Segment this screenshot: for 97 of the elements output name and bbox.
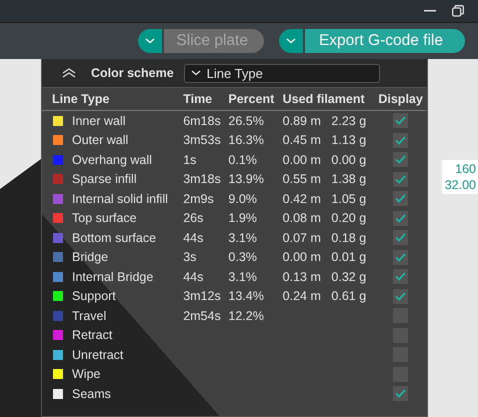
weight-cell: 0.20 g	[331, 211, 366, 226]
line-type-name: Top surface	[72, 211, 137, 226]
chevron-icon	[190, 70, 201, 76]
percent-cell: 0.3%	[228, 250, 257, 264]
weight-cell: 0.32 g	[331, 270, 366, 284]
line-type-name: Internal solid infill	[72, 192, 168, 206]
line-type-name: Sparse infill	[72, 172, 137, 186]
column-header: Used filament	[282, 92, 365, 106]
time-cell: 44s	[183, 230, 204, 245]
check-icon	[395, 214, 406, 223]
check-icon	[395, 194, 406, 204]
weight-cell: 2.23 g	[331, 114, 366, 128]
percent-cell: 0.1%	[228, 152, 257, 167]
time-cell: 2m54s	[183, 308, 221, 323]
display-checkbox[interactable]	[393, 191, 408, 206]
check-icon	[395, 174, 406, 184]
display-checkbox[interactable]	[393, 113, 408, 128]
check-icon	[395, 252, 406, 262]
column-header: Percent	[228, 92, 274, 106]
length-cell: 0.89 m	[282, 114, 321, 128]
line-type-name: Support	[72, 289, 116, 304]
column-header: Line Type	[52, 92, 110, 106]
color-scheme-dropdown[interactable]: Line Type	[184, 64, 380, 82]
percent-cell: 16.3%	[228, 133, 264, 148]
time-cell: 2m9s	[183, 192, 214, 206]
percent-cell: 3.1%	[228, 270, 257, 284]
line-type-name: Travel	[72, 308, 106, 323]
display-checkbox[interactable]	[393, 269, 408, 284]
line-type-name: Bottom surface	[72, 230, 156, 245]
color-scheme-label: Color scheme	[91, 66, 174, 80]
line-type-name: Bridge	[72, 250, 108, 264]
percent-cell: 9.0%	[228, 192, 257, 206]
line-type-name: Seams	[72, 386, 111, 401]
length-cell: 0.45 m	[282, 133, 321, 148]
time-cell: 1s	[183, 152, 196, 167]
line-type-name: Inner wall	[72, 114, 126, 128]
column-header: Display	[378, 92, 423, 106]
time-cell: 3s	[183, 250, 196, 264]
check-icon	[395, 136, 406, 145]
check-icon	[395, 116, 406, 126]
time-cell: 3m18s	[183, 172, 221, 186]
percent-cell: 3.1%	[228, 230, 257, 245]
percent-cell: 26.5%	[228, 114, 264, 128]
check-icon	[395, 292, 406, 301]
weight-cell: 1.05 g	[331, 192, 366, 206]
display-checkbox[interactable]	[393, 250, 408, 265]
chevron-icon	[286, 38, 296, 44]
length-cell: 0.24 m	[282, 289, 321, 304]
time-cell: 6m18s	[183, 114, 221, 128]
line-type-name: Unretract	[72, 348, 124, 362]
line-type-name: Overhang wall	[72, 152, 152, 167]
dropdown-button[interactable]	[278, 29, 303, 53]
weight-cell: 0.00 g	[331, 152, 366, 167]
layer-height: 32.00	[444, 177, 476, 193]
time-cell: 26s	[183, 211, 204, 226]
restore-icon[interactable]	[452, 5, 464, 17]
display-checkbox[interactable]	[393, 210, 408, 226]
weight-cell: 0.18 g	[331, 230, 366, 245]
display-checkbox[interactable]	[393, 288, 408, 304]
check-icon	[395, 233, 406, 242]
check-icon	[395, 389, 406, 398]
display-checkbox[interactable]	[393, 172, 408, 187]
length-cell: 0.42 m	[282, 192, 321, 206]
weight-cell: 1.13 g	[331, 133, 366, 148]
minimize-icon[interactable]	[424, 10, 436, 12]
chevron-icon	[145, 38, 156, 44]
length-cell: 0.08 m	[282, 211, 321, 226]
display-checkbox[interactable]	[393, 230, 408, 246]
length-cell: 0.13 m	[282, 270, 321, 284]
time-cell: 3m12s	[183, 289, 221, 304]
time-cell: 44s	[183, 270, 204, 284]
length-cell: 0.07 m	[282, 230, 321, 245]
weight-cell: 1.38 g	[331, 172, 366, 186]
check-icon	[395, 155, 406, 164]
layer-number: 160	[454, 161, 476, 177]
export-button[interactable]: Export G-code file	[302, 29, 465, 53]
length-cell: 0.00 m	[282, 250, 321, 264]
percent-cell: 13.9%	[228, 172, 264, 186]
display-checkbox[interactable]	[393, 132, 408, 148]
percent-cell: 13.4%	[228, 289, 264, 304]
line-type-name: Internal Bridge	[72, 270, 154, 284]
weight-cell: 0.01 g	[331, 250, 366, 264]
collapse-icon[interactable]	[62, 68, 76, 78]
percent-cell: 1.9%	[228, 211, 257, 226]
check-icon	[395, 272, 406, 282]
dropdown-button[interactable]	[138, 29, 162, 53]
percent-cell: 12.2%	[228, 308, 264, 323]
line-type-name: Retract	[72, 328, 112, 342]
length-cell: 0.55 m	[282, 172, 321, 186]
line-type-name: Outer wall	[72, 133, 128, 148]
line-type-name: Wipe	[72, 367, 100, 382]
weight-cell: 0.61 g	[331, 289, 366, 304]
time-cell: 3m53s	[183, 133, 221, 148]
display-checkbox[interactable]	[393, 386, 408, 402]
length-cell: 0.00 m	[282, 152, 321, 167]
column-header: Time	[183, 92, 212, 106]
display-checkbox[interactable]	[393, 152, 408, 168]
